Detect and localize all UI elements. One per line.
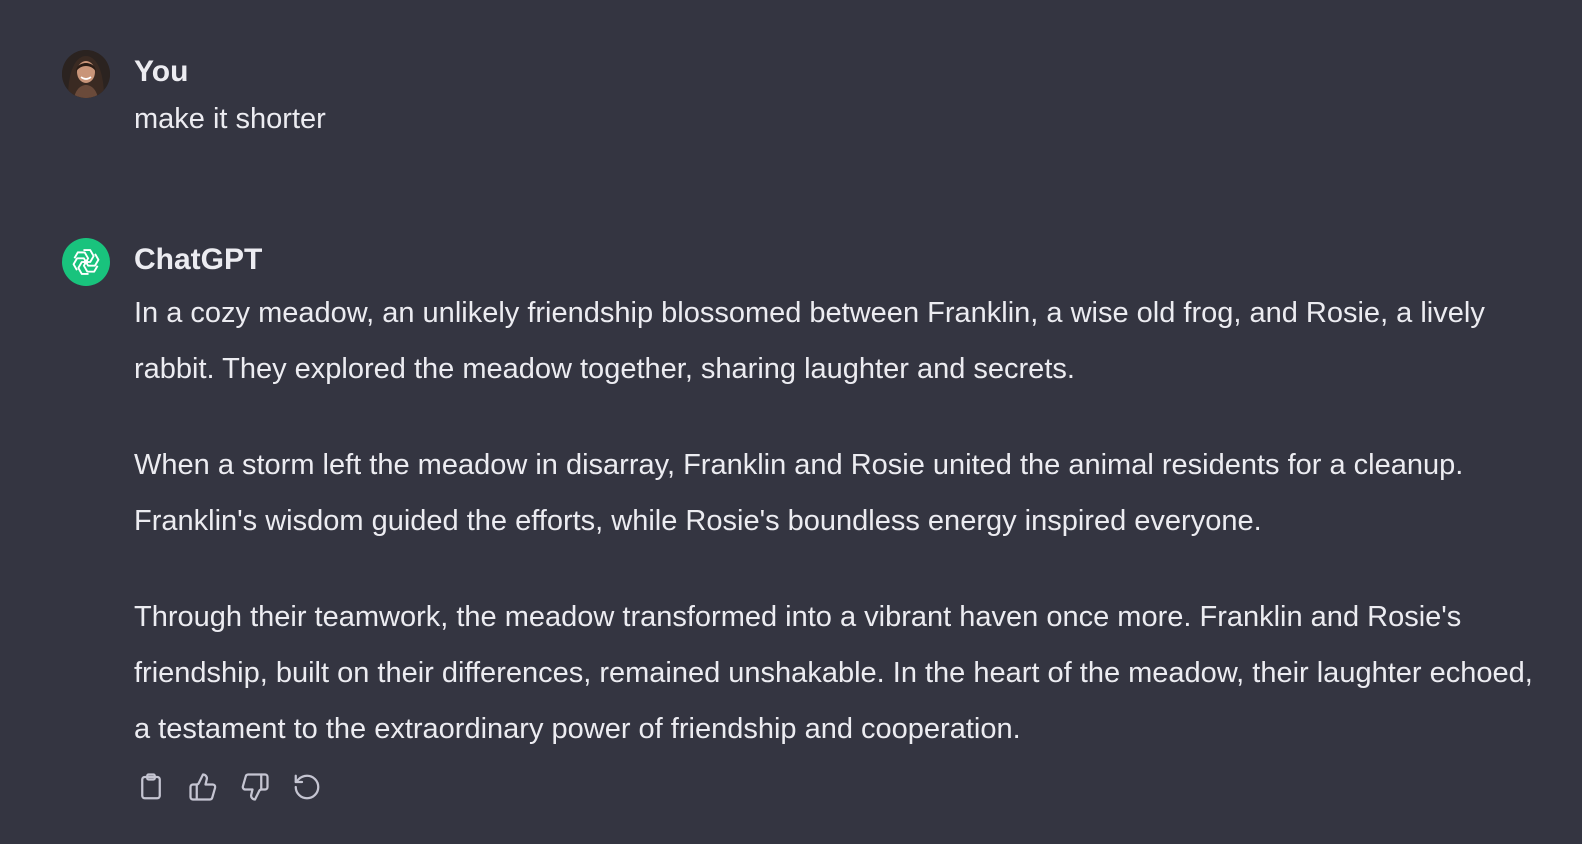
chat-thread: You make it shorter ChatGPT In a cozy me… <box>0 0 1582 844</box>
thumbs-up-button[interactable] <box>186 770 220 804</box>
message-actions <box>134 770 324 804</box>
response-paragraph: When a storm left the meadow in disarray… <box>134 449 1464 537</box>
assistant-message-text: In a cozy meadow, an unlikely friendship… <box>134 285 1534 757</box>
user-avatar <box>62 50 110 98</box>
clipboard-icon <box>141 773 161 800</box>
thumbs-up-icon <box>189 773 217 801</box>
response-paragraph: Through their teamwork, the meadow trans… <box>134 601 1533 745</box>
regenerate-button[interactable] <box>290 770 324 804</box>
message-author: You <box>134 55 189 88</box>
openai-logo-icon <box>62 238 110 286</box>
message-author: ChatGPT <box>134 243 263 276</box>
regenerate-icon <box>294 774 320 800</box>
user-message-text: make it shorter <box>134 103 326 135</box>
thumbs-down-button[interactable] <box>238 770 272 804</box>
copy-button[interactable] <box>134 770 168 804</box>
thumbs-down-icon <box>241 773 269 801</box>
response-paragraph: In a cozy meadow, an unlikely friendship… <box>134 297 1485 385</box>
